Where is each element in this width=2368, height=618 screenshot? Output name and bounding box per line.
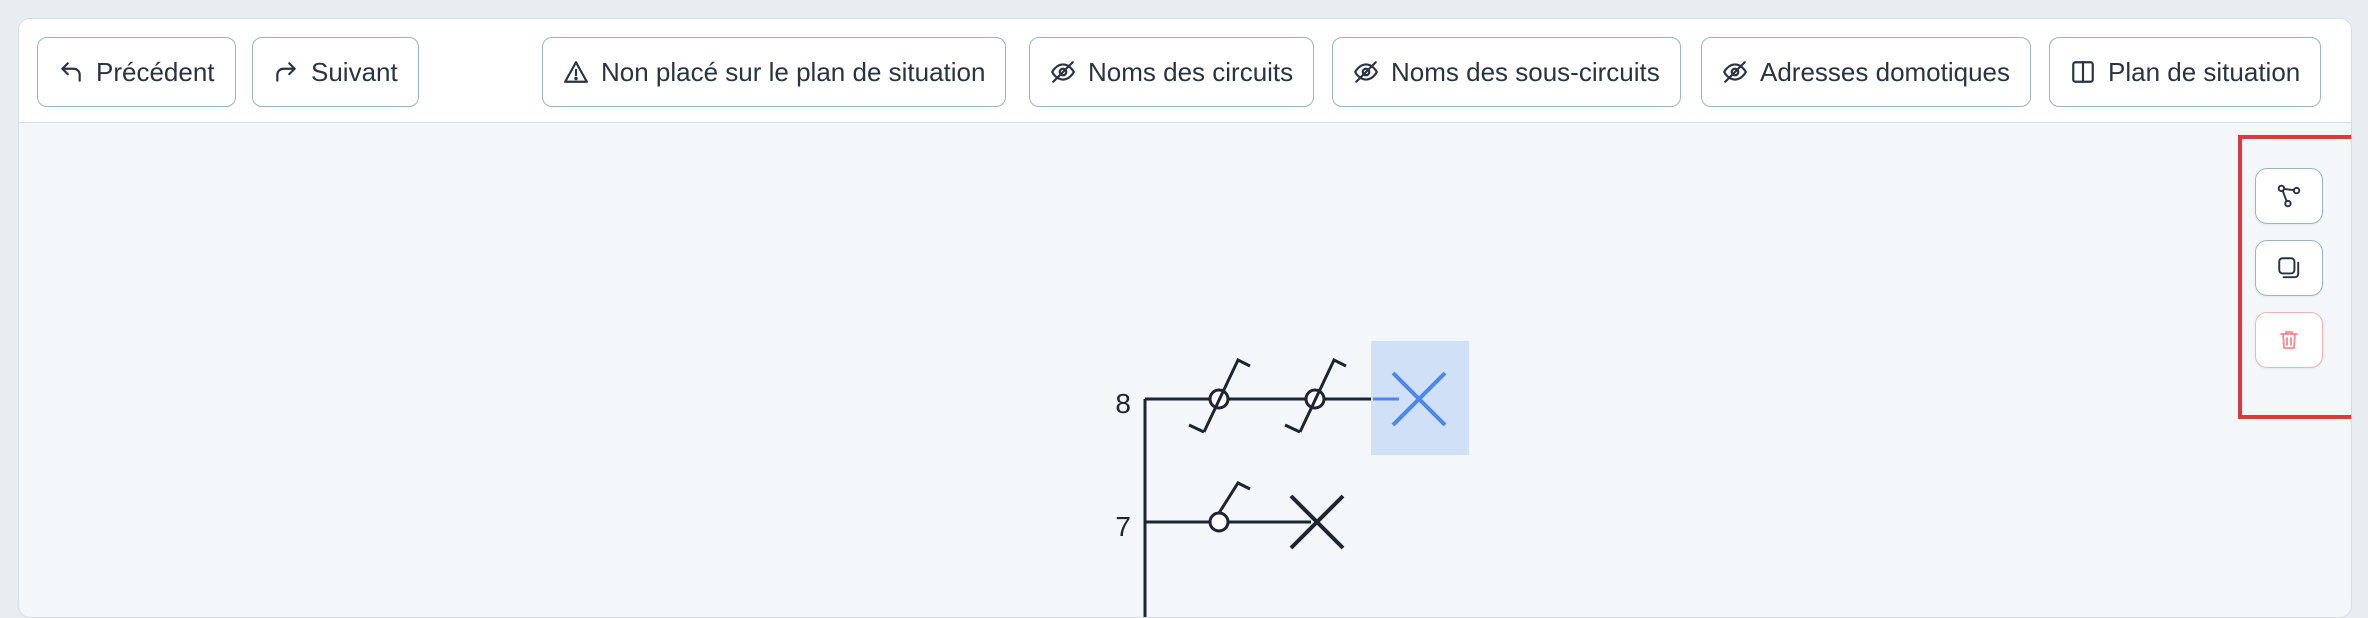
eye-off-icon [1723, 61, 1747, 83]
home-automation-label: Adresses domotiques [1760, 56, 2011, 87]
toolbar: Précédent Suivant Non placé sur le plan … [19, 19, 2351, 123]
circuit-7-line[interactable] [1145, 481, 1345, 550]
selected-light-point[interactable] [1371, 341, 1469, 455]
previous-label: Précédent [96, 56, 215, 87]
circuit-8-line[interactable] [1145, 341, 1469, 455]
subcircuit-names-label: Noms des sous-circuits [1391, 56, 1660, 87]
site-plan-button[interactable]: Plan de situation [2049, 37, 2322, 107]
next-button[interactable]: Suivant [252, 37, 419, 107]
not-placed-button[interactable]: Non placé sur le plan de situation [542, 37, 1007, 107]
trash-icon [2280, 331, 2298, 349]
switch-symbol[interactable] [1284, 357, 1373, 434]
circuit-names-label: Noms des circuits [1088, 56, 1294, 87]
switch-symbol[interactable] [1188, 357, 1305, 434]
next-label: Suivant [311, 56, 398, 87]
site-plan-label: Plan de situation [2108, 56, 2301, 87]
delete-button[interactable] [2255, 312, 2323, 368]
nodes-icon [2277, 184, 2301, 208]
forward-arrow-icon [276, 62, 296, 82]
connect-nodes-button[interactable] [2255, 168, 2323, 224]
single-line-diagram: 8 7 [1115, 341, 1469, 617]
switch-symbol[interactable] [1208, 481, 1311, 533]
warning-triangle-icon [564, 61, 588, 83]
circuit-names-toggle[interactable]: Noms des circuits [1029, 37, 1315, 107]
eye-off-icon [1051, 61, 1075, 83]
home-automation-toggle[interactable]: Adresses domotiques [1701, 37, 2032, 107]
previous-button[interactable]: Précédent [37, 37, 236, 107]
subcircuit-names-toggle[interactable]: Noms des sous-circuits [1332, 37, 1681, 107]
split-panel-icon [2072, 61, 2094, 83]
eye-off-icon [1354, 61, 1378, 83]
not-placed-label: Non placé sur le plan de situation [601, 56, 986, 87]
editor-window: Précédent Suivant Non placé sur le plan … [18, 18, 2352, 618]
duplicate-button[interactable] [2255, 240, 2323, 296]
diagram-canvas[interactable]: 8 7 [19, 123, 2351, 617]
duplicate-icon [2278, 257, 2300, 279]
circuit-label-7: 7 [1115, 511, 1131, 542]
undo-arrow-icon [61, 62, 81, 82]
circuit-label-8: 8 [1115, 388, 1131, 419]
